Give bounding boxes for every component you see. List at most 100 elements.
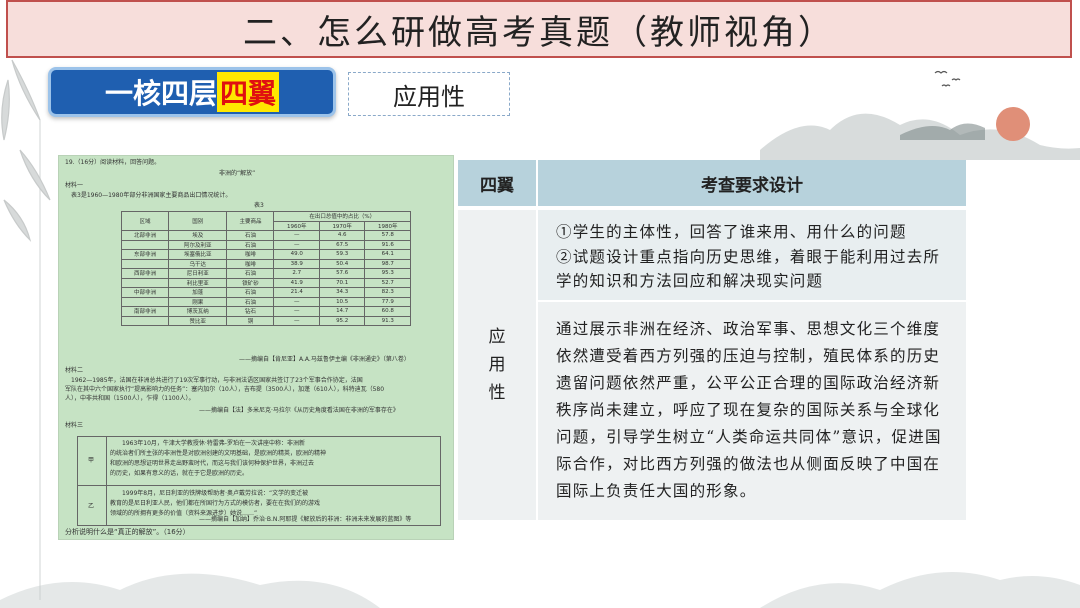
th-share: 在出口总值中的占比（%） <box>273 211 411 222</box>
exam-paper-image: 19.（16分）阅读材料，回答问题。 非洲的“解放” 材料一 表3是1960—1… <box>58 155 454 540</box>
red-sun-icon <box>996 107 1030 141</box>
table-header-row: 四翼 考查要求设计 <box>458 160 966 206</box>
table-row: 东部非洲 埃塞俄比亚 咖啡 49.0 59.3 64.1 <box>120 249 411 260</box>
table-row: 北部非洲 埃及 石油 —4.6 57.8 <box>120 230 411 241</box>
table-cell: 阿尔及利亚 <box>168 239 228 250</box>
table-cell: 咖啡 <box>226 258 275 269</box>
material-1-label: 材料一 <box>65 182 84 189</box>
table-cell: — <box>273 239 320 250</box>
section-badge: 一核四层 四翼 <box>48 67 336 117</box>
table-row: 利比里亚 铁矿砂 41.9 70.1 52.7 <box>120 277 411 288</box>
table-cell: 57.8 <box>364 230 411 241</box>
table-cell: — <box>273 230 320 241</box>
table-row: 乌干达 咖啡 38.9 50.4 98.7 <box>120 258 411 269</box>
table-cell: 2.7 <box>273 268 320 279</box>
table-row: 阿尔及利亚 石油 —67.5 91.6 <box>120 239 411 250</box>
material-2-label: 材料二 <box>65 367 84 374</box>
table-cell: 34.3 <box>318 287 366 298</box>
table-cell: 钻石 <box>226 306 275 317</box>
table-cell: 咖啡 <box>226 249 275 260</box>
header-requirement-design: 考查要求设计 <box>536 160 966 206</box>
table-cell: 77.9 <box>364 296 411 307</box>
table-cell: — <box>273 315 320 326</box>
requirement-table: 四翼 考查要求设计 应用性 ①学生的主体性，回答了谁来用、用什么的问题 ②试题设… <box>458 160 966 520</box>
material-2-line: 人），中非共和国（1500人），乍得（1100人）。 <box>65 395 195 402</box>
material-3-text: 1999年8月，尼日利亚的铁牌级帮助者·奥卢戴劳拉说：“文学的变迁被 <box>122 490 309 497</box>
header-four-wings: 四翼 <box>480 175 514 196</box>
source-1: ——摘编自【肯尼亚】A.A.马兹鲁伊主编《非洲通史》（第八卷） <box>239 356 410 363</box>
point-2: ②试题设计重点指向历史思维，着眼于能利用过去所学的知识和方法回应和解决现实问题 <box>556 247 941 291</box>
badge-main-text: 一核四层 <box>104 77 217 110</box>
table-cell <box>120 258 170 269</box>
title-bar: 二、怎么研做高考真题（教师视角） <box>6 0 1072 58</box>
table-row: 南部非洲 博茨瓦纳 钻石 —14.7 60.8 <box>120 306 411 317</box>
table-cell: 50.4 <box>318 258 366 269</box>
table-cell: 52.7 <box>364 277 411 288</box>
table-row: 中部非洲 加蓬 石油 21.4 34.3 82.3 <box>120 287 411 298</box>
table-cell: 铜 <box>226 315 275 326</box>
table-cell: 铁矿砂 <box>226 277 275 288</box>
table-cell: 埃塞俄比亚 <box>168 249 228 260</box>
table-cell: 82.3 <box>364 287 411 298</box>
question-ask: 分析说明什么是“真正的解放”。（16分） <box>65 528 190 536</box>
table-caption: 表3 <box>254 202 264 209</box>
table-body-row: 应用性 ①学生的主体性，回答了谁来用、用什么的问题 ②试题设计重点指向历史思维，… <box>458 210 966 520</box>
table-cell <box>120 239 170 250</box>
badge-highlight-text: 四翼 <box>217 72 280 112</box>
row-label-cell: 应用性 <box>458 210 536 520</box>
material-3-box: 甲 乙 1963年10月，牛津大学教授休·特雷弗-罗珀在一次讲座中称：非洲新 的… <box>77 436 441 526</box>
th-year: 1960年 <box>273 220 320 231</box>
table-cell: 尼日利亚 <box>168 268 228 279</box>
table-cell: 博茨瓦纳 <box>168 306 228 317</box>
material-3-yi: 乙 <box>88 503 95 510</box>
material-3-text: 和欧洲的思想证明世界走出野蛮时代，而这与我们该何种保护世界，非洲过去 <box>110 460 315 467</box>
point-1: ①学生的主体性，回答了谁来用、用什么的问题 <box>556 223 907 241</box>
paper-heading: 非洲的“解放” <box>219 170 256 177</box>
table-cell: 38.9 <box>273 258 320 269</box>
table-cell: 加蓬 <box>168 287 228 298</box>
material-3-label: 材料三 <box>65 422 84 429</box>
table-row: 西部非洲 尼日利亚 石油 2.7 57.6 95.3 <box>120 268 411 279</box>
table-cell: 南部非洲 <box>120 306 170 317</box>
table-row: 刚果 石油 —10.5 77.9 <box>120 296 411 307</box>
table-cell: 石油 <box>226 296 275 307</box>
source-2: ——摘编自【法】多米尼克·马拉尔《从历史角度看法国在非洲的军事存在》 <box>199 407 399 414</box>
table-cell: 59.3 <box>318 249 366 260</box>
table-cell: 98.7 <box>364 258 411 269</box>
table-row: 赞比亚铜 —95.2 91.3 <box>120 315 411 326</box>
table-cell: 中部非洲 <box>120 287 170 298</box>
table-cell: 石油 <box>226 230 275 241</box>
material-2-line: 1962—1985年，法国在非洲总共进行了19次军事行动，与非洲法语区国家共签订… <box>71 377 363 384</box>
material-3-text: 的统治者们所主张的非洲性是对欧洲创建的文明基础，是欧洲的精英，欧洲的精神 <box>110 450 327 457</box>
table-cell: 赞比亚 <box>168 315 228 326</box>
table-cell: 乌干达 <box>168 258 228 269</box>
table-cell <box>120 315 170 326</box>
table-cell: 21.4 <box>273 287 320 298</box>
table-cell: 64.1 <box>364 249 411 260</box>
table-cell: 70.1 <box>318 277 366 288</box>
table-cell: 95.3 <box>364 268 411 279</box>
th-year: 1980年 <box>364 220 411 231</box>
th-commodity: 主要商品 <box>226 211 275 231</box>
table-cell: 49.0 <box>273 249 320 260</box>
th-year: 1970年 <box>318 220 366 231</box>
table-cell: 石油 <box>226 239 275 250</box>
table-cell: 利比里亚 <box>168 277 228 288</box>
table-cell: 4.6 <box>318 230 366 241</box>
table-cell: 西部非洲 <box>120 268 170 279</box>
category-label: 应用性 <box>348 72 510 116</box>
material-2-line: 军队在其中六个国家执行“提高影响力的任务”：塞内加尔（10人），吉布提（3500… <box>65 386 385 393</box>
points-cell: ①学生的主体性，回答了谁来用、用什么的问题 ②试题设计重点指向历史思维，着眼于能… <box>538 210 966 300</box>
table-cell: 41.9 <box>273 277 320 288</box>
material-1-text: 表3是1960—1980年部分非洲国家主要商品出口情况统计。 <box>71 192 232 199</box>
th-region: 区域 <box>120 211 170 231</box>
table-cell: 57.6 <box>318 268 366 279</box>
paragraph-cell: 通过展示非洲在经济、政治军事、思想文化三个维度依然遭受着西方列强的压迫与控制，殖… <box>538 302 966 520</box>
table-cell: 10.5 <box>318 296 366 307</box>
table-cell: — <box>273 306 320 317</box>
table-cell: 67.5 <box>318 239 366 250</box>
analysis-paragraph: 通过展示非洲在经济、政治军事、思想文化三个维度依然遭受着西方列强的压迫与控制，殖… <box>556 320 942 500</box>
export-table: 区域 国别 主要商品 在出口总值中的占比（%） 1960年 1970年 1980… <box>120 211 411 326</box>
page-title: 二、怎么研做高考真题（教师视角） <box>243 12 835 53</box>
material-3-text: 教育的是尼日利亚人民，他们都在所国行为方式的模仿者，要在在我们的的游戏 <box>110 500 321 507</box>
